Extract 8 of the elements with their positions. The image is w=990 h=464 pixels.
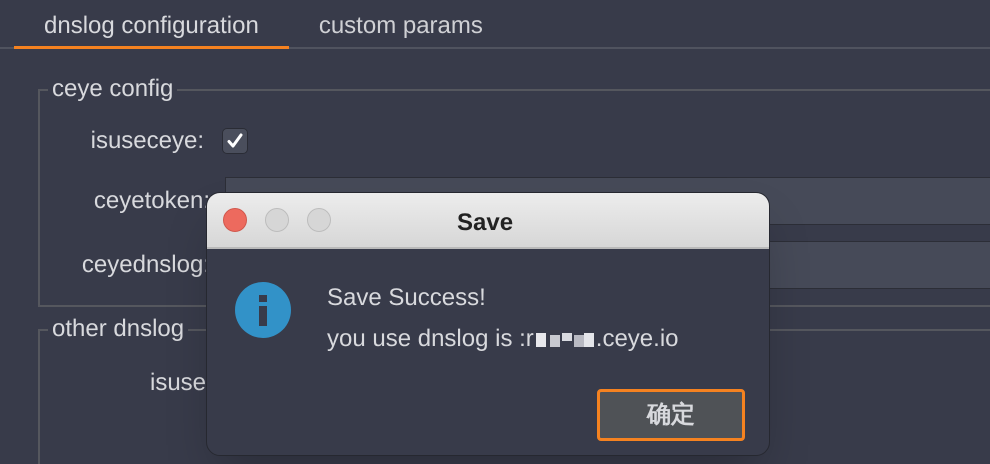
- dialog-detail: .ceye.io: [596, 324, 678, 354]
- field-label: ceyednslog:: [80, 250, 211, 280]
- field-label: isuse: [150, 369, 206, 396]
- dialog-title: Save: [457, 208, 514, 238]
- dialog-detail: you use dnslog is :r: [327, 324, 534, 354]
- field-label: isuseceye:: [90, 126, 205, 156]
- dialog-message: Save Success!: [327, 283, 487, 313]
- field-label: ceyetoken:: [92, 186, 211, 216]
